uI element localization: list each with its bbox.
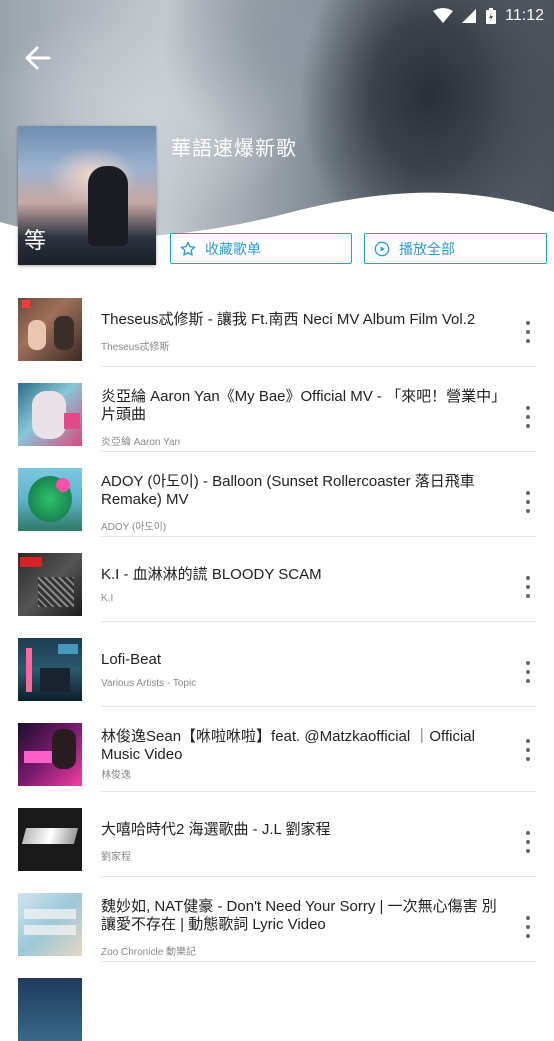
song-title: Theseus忒修斯 - 讓我 Ft.南西 Neci MV Album Film… xyxy=(101,311,476,328)
song-row[interactable]: K.I - 血淋淋的謊 BLOODY SCAM K.I xyxy=(0,537,554,622)
song-artist: Zoo Chronicle 動樂記 xyxy=(101,947,197,958)
song-thumbnail xyxy=(18,553,82,616)
favorite-playlist-label: 收藏歌单 xyxy=(205,240,261,257)
play-all-label: 播放全部 xyxy=(399,240,455,257)
song-thumbnail xyxy=(18,468,82,531)
song-artist: 劉家程 xyxy=(101,852,131,863)
more-options-button[interactable] xyxy=(520,739,536,761)
song-artist: K.I xyxy=(101,593,114,604)
arrow-left-icon xyxy=(25,46,51,70)
more-options-button[interactable] xyxy=(520,916,536,938)
song-title: 大嘻哈時代2 海選歌曲 - J.L 劉家程 xyxy=(101,821,331,838)
song-row[interactable]: Theseus忒修斯 - 讓我 Ft.南西 Neci MV Album Film… xyxy=(0,282,554,367)
song-row[interactable]: 炎亞綸 Aaron Yan《My Bae》Official MV - 「來吧！營… xyxy=(0,367,554,452)
song-row[interactable]: 大嘻哈時代2 海選歌曲 - J.L 劉家程 劉家程 xyxy=(0,792,554,877)
more-options-button[interactable] xyxy=(520,406,536,428)
song-thumbnail xyxy=(18,638,82,701)
song-row[interactable]: 林俊逸Sean【咻啦咻啦】feat. @Matzkaofficial ｜Offi… xyxy=(0,707,554,792)
more-options-button[interactable] xyxy=(520,576,536,598)
more-vert-icon xyxy=(526,739,530,743)
song-thumbnail xyxy=(18,978,82,1041)
more-options-button[interactable] xyxy=(520,831,536,853)
cover-text: 等 xyxy=(24,229,47,254)
battery-icon xyxy=(486,8,497,24)
playlist-cover-image: 等 xyxy=(18,126,156,265)
more-vert-icon xyxy=(526,491,530,495)
song-artist: 炎亞綸 Aaron Yan xyxy=(101,437,181,448)
star-icon xyxy=(180,241,196,256)
song-title: 林俊逸Sean【咻啦咻啦】feat. @Matzkaofficial ｜Offi… xyxy=(101,728,475,763)
play-all-button[interactable]: 播放全部 xyxy=(364,233,547,264)
status-bar: 11:12 xyxy=(433,6,544,26)
song-title: 炎亞綸 Aaron Yan《My Bae》Official MV - 「來吧！營… xyxy=(101,388,499,423)
more-vert-icon xyxy=(526,406,530,410)
song-thumbnail xyxy=(18,298,82,361)
song-artist: Various Artists - Topic xyxy=(101,678,197,689)
favorite-playlist-button[interactable]: 收藏歌单 xyxy=(170,233,352,264)
clock: 11:12 xyxy=(505,7,544,24)
song-artist: 林俊逸 xyxy=(101,770,131,781)
song-title: ADOY (아도이) - Balloon (Sunset Rollercoast… xyxy=(101,473,475,508)
more-vert-icon xyxy=(526,831,530,835)
more-vert-icon xyxy=(526,321,530,325)
more-vert-icon xyxy=(526,661,530,665)
song-row[interactable]: ADOY (아도이) - Balloon (Sunset Rollercoast… xyxy=(0,452,554,537)
song-title: 魏妙如, NAT健豪 - Don't Need Your Sorry | 一次無… xyxy=(101,898,497,933)
back-button[interactable] xyxy=(20,40,56,76)
more-options-button[interactable] xyxy=(520,321,536,343)
song-thumbnail xyxy=(18,383,82,446)
song-title: K.I - 血淋淋的謊 BLOODY SCAM xyxy=(101,566,322,583)
song-title: Lofi-Beat xyxy=(101,651,162,668)
playlist-title: 華語速爆新歌 xyxy=(171,138,297,160)
song-row[interactable]: 魏妙如, NAT健豪 - Don't Need Your Sorry | 一次無… xyxy=(0,877,554,962)
more-vert-icon xyxy=(526,916,530,920)
song-thumbnail xyxy=(18,893,82,956)
play-circle-icon xyxy=(374,241,390,256)
more-options-button[interactable] xyxy=(520,491,536,513)
song-row[interactable]: Lofi-Beat Various Artists - Topic xyxy=(0,622,554,707)
song-row[interactable] xyxy=(0,962,554,1041)
song-thumbnail xyxy=(18,723,82,786)
more-options-button[interactable] xyxy=(520,661,536,683)
song-thumbnail xyxy=(18,808,82,871)
wifi-icon xyxy=(433,8,454,23)
song-artist: Theseus忒修斯 xyxy=(101,342,170,353)
more-vert-icon xyxy=(526,576,530,580)
signal-icon xyxy=(462,9,477,23)
song-list: Theseus忒修斯 - 讓我 Ft.南西 Neci MV Album Film… xyxy=(0,282,554,1041)
song-artist: ADOY (아도이) xyxy=(101,522,167,533)
